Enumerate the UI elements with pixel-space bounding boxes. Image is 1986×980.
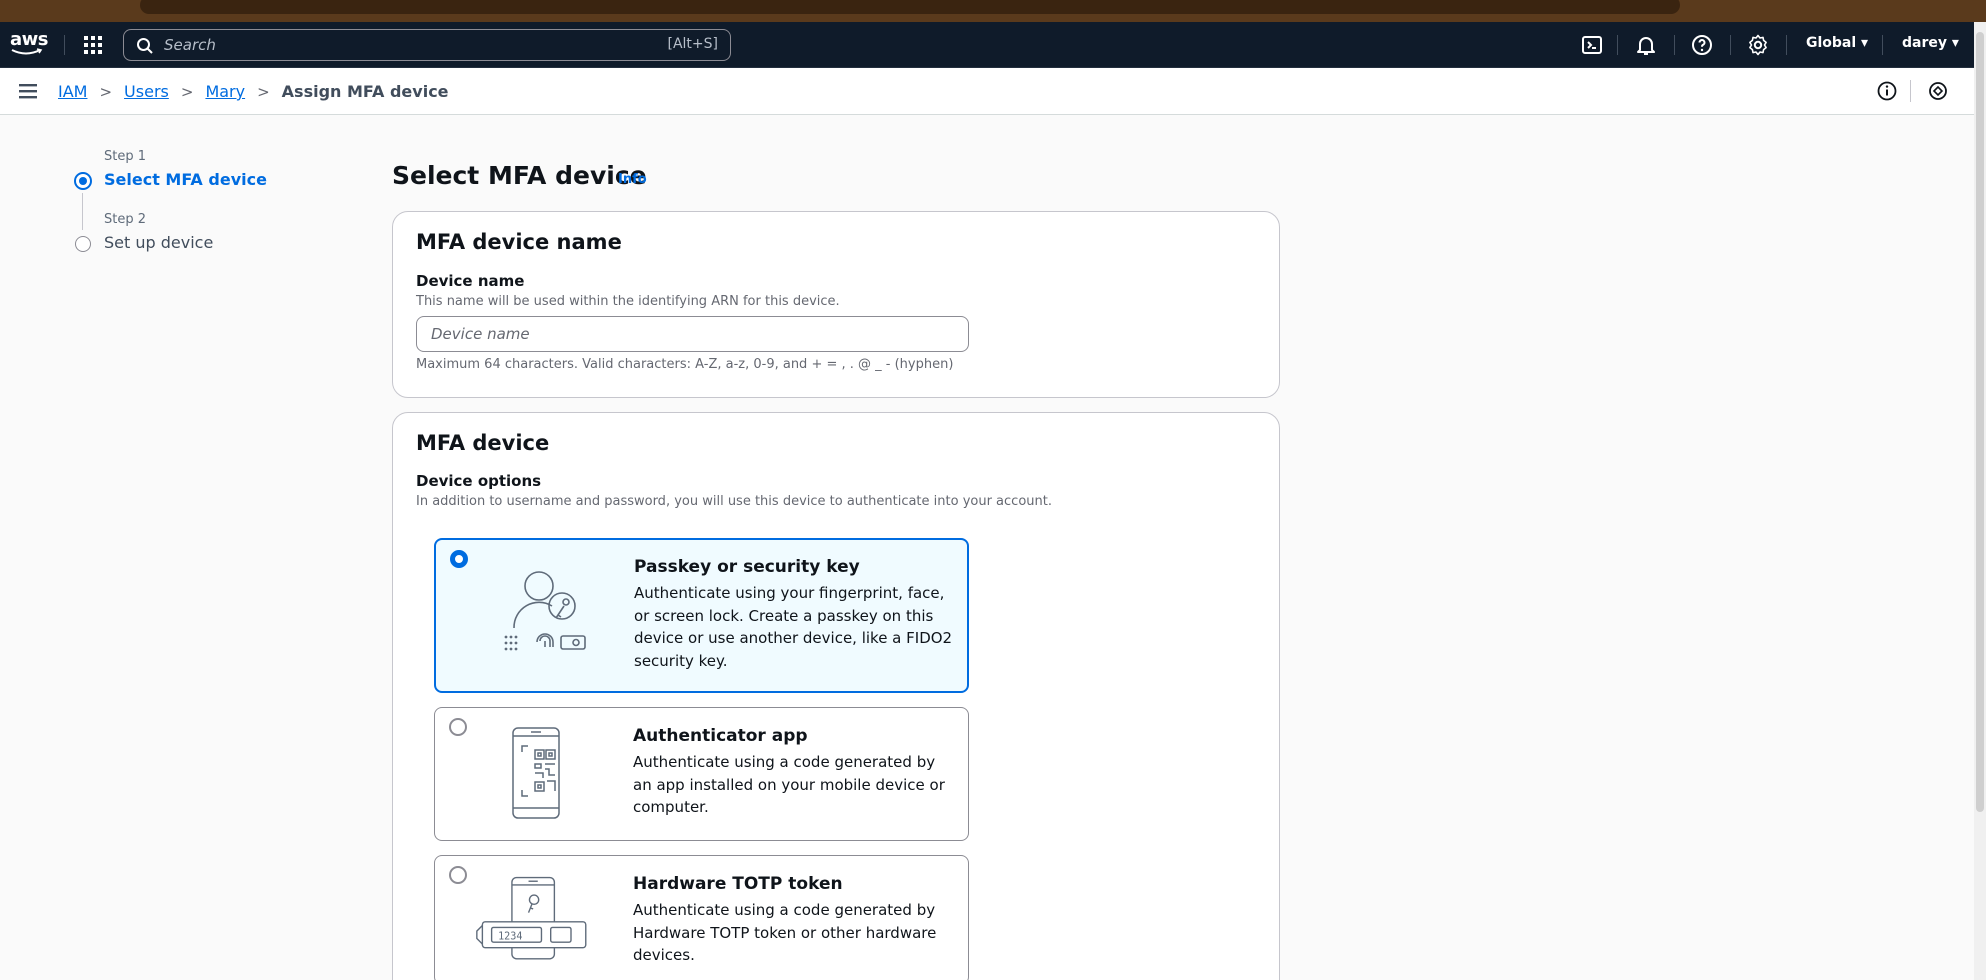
nav-divider [1882,35,1883,55]
account-menu[interactable]: darey ▾ [1902,35,1959,51]
option-passkey-title: Passkey or security key [634,557,860,577]
browser-address-bar [140,0,1680,14]
option-passkey-description: Authenticate using your fingerprint, fac… [634,584,953,670]
settings-gear-icon[interactable] [1746,33,1770,57]
breadcrumb-bar: IAM > Users > Mary > Assign MFA device [0,68,1986,115]
chevron-right-icon: > [99,82,113,101]
hardware-token-icon: 1234 [476,876,587,960]
breadcrumb-current: Assign MFA device [281,82,449,101]
breadcrumb-iam[interactable]: IAM [58,82,87,101]
aws-top-nav: aws Search [Alt+S] Global ▾ darey ▾ [0,22,1986,68]
option-hardware-totp[interactable]: 1234 Hardware TOTP token Authenticate us… [434,855,969,980]
aws-logo[interactable]: aws [10,29,49,60]
authenticator-app-icon [512,727,560,819]
services-grid-icon[interactable] [82,34,104,56]
step-2-label: Step 2 [104,212,147,227]
chevron-right-icon: > [180,82,194,101]
mfa-device-name-panel: MFA device name Device name This name wi… [392,211,1280,398]
option-hardware-totp-title: Hardware TOTP token [633,874,843,894]
step-2-title: Set up device [104,233,214,252]
passkey-icon [504,571,586,651]
scrollbar-thumb[interactable] [1976,32,1984,812]
device-options-description: In addition to username and password, yo… [416,494,1052,509]
breadcrumb: IAM > Users > Mary > Assign MFA device [58,82,449,101]
mfa-device-panel: MFA device Device options In addition to… [392,412,1280,980]
breadcrumb-mary[interactable]: Mary [205,82,245,101]
radio-hardware-totp[interactable] [449,866,467,884]
notifications-bell-icon[interactable] [1634,33,1658,57]
nav-divider [1730,35,1731,55]
option-authenticator-app[interactable]: Authenticator app Authenticate using a c… [434,707,969,841]
radio-authenticator-app[interactable] [449,718,467,736]
divider [1910,80,1911,102]
panel-heading: MFA device [416,431,550,455]
device-name-input[interactable] [416,316,969,352]
menu-hamburger-icon[interactable] [19,83,37,99]
help-icon[interactable] [1690,33,1714,57]
nav-divider [1674,35,1675,55]
info-link[interactable]: Info [618,172,647,187]
page-scrollbar[interactable] [1974,22,1986,980]
step-connector [82,193,83,230]
browser-chrome [0,0,1986,22]
aws-logo-text: aws [10,29,49,50]
nav-divider [1786,35,1787,55]
feedback-icon[interactable] [1927,80,1949,102]
option-authenticator-app-title: Authenticator app [633,726,808,746]
device-name-description: This name will be used within the identi… [416,294,840,309]
page-title: Select MFA device [392,161,647,190]
step-2-indicator [75,236,91,252]
cloudshell-icon[interactable] [1580,33,1604,57]
nav-divider [1617,35,1618,55]
step-1-indicator [74,172,92,190]
token-display-text: 1234 [498,931,522,942]
option-authenticator-app-description: Authenticate using a code generated by a… [633,753,945,816]
option-passkey[interactable]: Passkey or security key Authenticate usi… [434,538,969,693]
info-panel-icon[interactable] [1876,80,1898,102]
step-1-title[interactable]: Select MFA device [104,170,267,189]
option-hardware-totp-description: Authenticate using a code generated by H… [633,901,937,964]
panel-heading: MFA device name [416,230,622,254]
nav-divider [64,35,65,55]
device-name-constraint: Maximum 64 characters. Valid characters:… [416,357,954,372]
breadcrumb-users[interactable]: Users [124,82,169,101]
search-shortcut: [Alt+S] [667,36,719,52]
radio-passkey[interactable] [450,550,468,568]
step-1-label: Step 1 [104,149,147,164]
device-options-label: Device options [416,472,542,490]
chevron-right-icon: > [257,82,270,101]
region-selector[interactable]: Global ▾ [1806,35,1868,51]
device-name-label: Device name [416,272,525,290]
search-placeholder: Search [164,36,216,54]
global-search-input[interactable]: Search [Alt+S] [123,29,731,61]
search-icon [137,38,153,54]
